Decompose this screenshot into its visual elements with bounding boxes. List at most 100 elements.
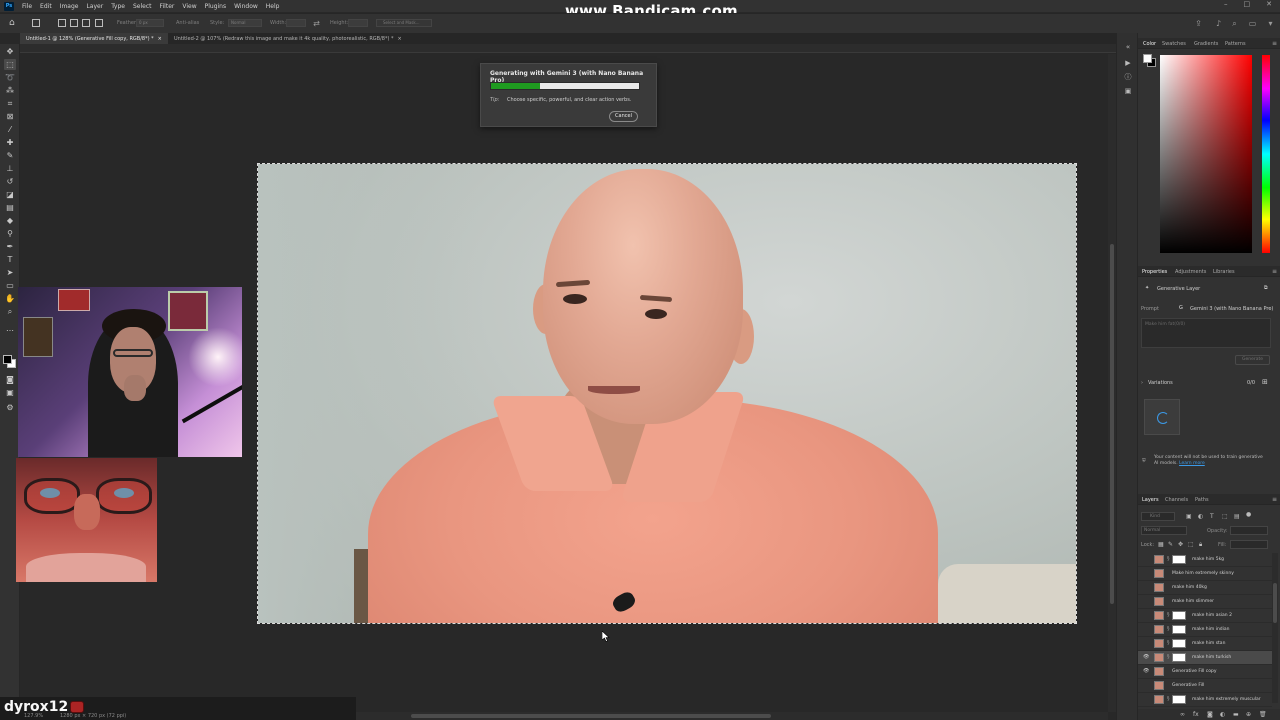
maximize-icon[interactable]: □ (1244, 0, 1251, 8)
eraser-tool-icon[interactable]: ◪ (4, 189, 16, 200)
panel-menu-icon[interactable]: ≡ (1272, 268, 1277, 275)
search-icon[interactable]: ⌕ (1230, 19, 1239, 28)
lock-image-icon[interactable]: ✎ (1168, 541, 1173, 548)
generate-button[interactable]: Generate (1235, 355, 1270, 365)
notifications-icon[interactable]: ♪ (1214, 19, 1223, 28)
grid-view-icon[interactable]: ⊞ (1262, 378, 1268, 386)
panel-menu-icon[interactable]: ≡ (1272, 496, 1277, 503)
mask-link-icon[interactable]: § (1167, 626, 1171, 633)
layer-mask-thumbnail[interactable] (1172, 625, 1186, 634)
tab-layers[interactable]: Layers (1142, 497, 1159, 503)
filter-toggle-icon[interactable]: ● (1246, 511, 1251, 518)
move-tool-icon[interactable]: ✥ (4, 46, 16, 57)
mask-link-icon[interactable]: § (1167, 654, 1171, 661)
mask-link-icon[interactable]: § (1167, 556, 1171, 563)
info-icon[interactable]: ⓘ (1123, 73, 1133, 82)
lock-artboard-icon[interactable]: ⬚ (1188, 541, 1194, 548)
zoom-tool-icon[interactable]: ⌕ (4, 306, 16, 317)
menu-layer[interactable]: Layer (82, 3, 107, 10)
adjustment-layer-icon[interactable]: ◐ (1220, 711, 1225, 718)
filter-adjustment-icon[interactable]: ◐ (1198, 513, 1203, 520)
chevron-down-icon[interactable]: › (1141, 380, 1143, 386)
marquee-preset-icon[interactable] (32, 19, 40, 27)
tab-gradients[interactable]: Gradients (1194, 41, 1218, 47)
layer-mask-thumbnail[interactable] (1172, 611, 1186, 620)
visibility-eye-icon[interactable]: 👁︎ (1143, 669, 1149, 674)
share-icon[interactable]: ⇪ (1194, 19, 1203, 28)
lasso-tool-icon[interactable]: ➰ (4, 72, 16, 83)
filter-smart-object-icon[interactable]: ▤ (1234, 513, 1240, 520)
model-select[interactable]: Gemini 3 (with Nano Banana Pro) (1190, 306, 1273, 312)
layer-row[interactable]: 👁︎ Generative Fill copy (1138, 665, 1272, 679)
height-input[interactable] (348, 19, 368, 27)
object-selection-tool-icon[interactable]: ⁂ (4, 85, 16, 96)
lock-transparent-icon[interactable]: ▦ (1158, 541, 1164, 548)
quick-mask-icon[interactable]: ◙ (4, 374, 16, 385)
tab-properties[interactable]: Properties (1142, 269, 1167, 275)
lock-all-icon[interactable]: 🔒︎ (1199, 541, 1202, 549)
tab-untitled-1[interactable]: Untitled-1 @ 128% (Generative Fill copy,… (20, 33, 168, 44)
clone-stamp-tool-icon[interactable]: ⊥ (4, 163, 16, 174)
visibility-eye-icon[interactable]: 👁︎ (1143, 655, 1149, 660)
brush-tool-icon[interactable]: ✎ (4, 150, 16, 161)
mask-link-icon[interactable]: § (1167, 640, 1171, 647)
home-icon[interactable]: ⌂ (9, 19, 18, 28)
link-layers-icon[interactable]: ∞ (1180, 711, 1185, 718)
menu-filter[interactable]: Filter (156, 3, 179, 10)
learn-more-link[interactable]: Learn more (1179, 461, 1205, 466)
blur-tool-icon[interactable]: ◆ (4, 215, 16, 226)
color-picker-field[interactable] (1160, 55, 1252, 253)
visibility-eye-icon[interactable] (1143, 627, 1149, 632)
edit-toolbar-icon[interactable]: ⚙ (4, 402, 16, 413)
visibility-eye-icon[interactable] (1143, 641, 1149, 646)
tab-color[interactable]: Color (1143, 41, 1156, 47)
layers-scrollbar[interactable] (1272, 553, 1278, 703)
layer-row[interactable]: § make him indian (1138, 623, 1272, 637)
new-layer-icon[interactable]: ⊕ (1246, 711, 1251, 718)
menu-plugins[interactable]: Plugins (201, 3, 231, 10)
menu-type[interactable]: Type (107, 3, 129, 10)
menu-image[interactable]: Image (56, 3, 83, 10)
mask-link-icon[interactable]: § (1167, 696, 1171, 703)
type-tool-icon[interactable]: T (4, 254, 16, 265)
prompt-input[interactable]: Make him fat(0/0) (1141, 318, 1271, 348)
mask-link-icon[interactable]: § (1167, 612, 1171, 619)
chevron-down-icon[interactable]: ⌄ (1267, 305, 1271, 311)
eyedropper-tool-icon[interactable]: ⁄ (4, 124, 16, 135)
layer-filter-kind[interactable]: Kind (1141, 512, 1175, 521)
visibility-eye-icon[interactable] (1143, 599, 1149, 604)
layer-row[interactable]: § make him stan (1138, 637, 1272, 651)
dodge-tool-icon[interactable]: ⚲ (4, 228, 16, 239)
workspace-menu-icon[interactable]: ▾ (1266, 19, 1275, 28)
antialias-checkbox[interactable]: Anti-alias (176, 20, 199, 26)
layer-mask-thumbnail[interactable] (1172, 555, 1186, 564)
menu-help[interactable]: Help (262, 3, 284, 10)
tab-channels[interactable]: Channels (1165, 497, 1188, 503)
select-and-mask-button[interactable]: Select and Mask... (376, 19, 432, 27)
visibility-eye-icon[interactable] (1143, 571, 1149, 576)
frame-tool-icon[interactable]: ⊠ (4, 111, 16, 122)
horizontal-scrollbar[interactable] (356, 712, 1108, 720)
visibility-eye-icon[interactable] (1143, 557, 1149, 562)
swap-dimensions-icon[interactable]: ⇄ (312, 19, 321, 28)
menu-window[interactable]: Window (230, 3, 262, 10)
tab-untitled-2[interactable]: Untitled-2 @ 107% (Redraw this image and… (168, 33, 408, 44)
layer-mask-thumbnail[interactable] (1172, 639, 1186, 648)
filter-type-icon[interactable]: T (1210, 513, 1214, 520)
style-select[interactable]: Normal (228, 19, 262, 27)
blend-mode-select[interactable]: Normal (1141, 526, 1187, 535)
zoom-level[interactable]: 127.9% (24, 713, 43, 719)
tab-adjustments[interactable]: Adjustments (1175, 269, 1206, 275)
intersect-selection-icon[interactable] (95, 19, 103, 27)
rectangular-marquee-tool-icon[interactable]: ⬚ (4, 59, 16, 70)
collapse-panels-icon[interactable]: « (1123, 43, 1133, 52)
menu-edit[interactable]: Edit (36, 3, 56, 10)
close-tab-icon[interactable]: × (398, 36, 402, 42)
rectangle-tool-icon[interactable]: ▭ (4, 280, 16, 291)
filter-shape-icon[interactable]: ⬚ (1222, 513, 1228, 520)
opacity-input[interactable] (1230, 526, 1268, 535)
cancel-button[interactable]: Cancel (609, 111, 638, 122)
tab-swatches[interactable]: Swatches (1162, 41, 1186, 47)
history-brush-tool-icon[interactable]: ↺ (4, 176, 16, 187)
layer-mask-thumbnail[interactable] (1172, 653, 1186, 662)
